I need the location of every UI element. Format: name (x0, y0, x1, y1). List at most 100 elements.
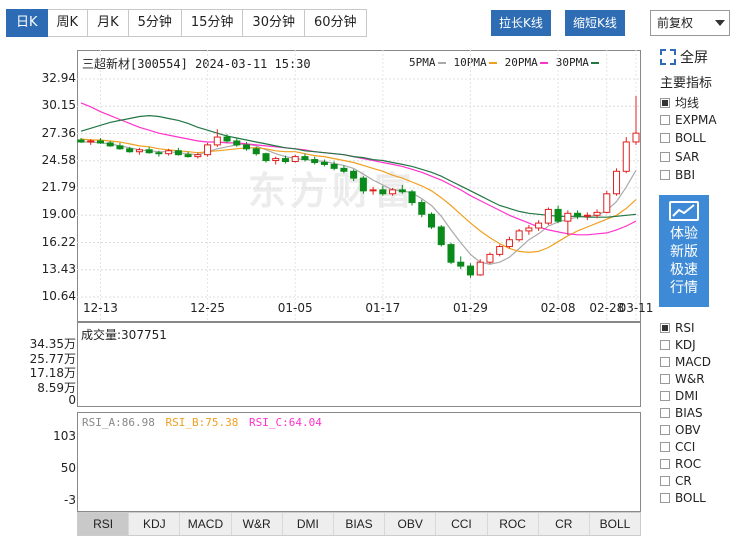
tab-60min[interactable]: 60分钟 (304, 9, 367, 37)
btab-rsi[interactable]: RSI (78, 513, 130, 535)
sub-indicator-label: ROC (675, 457, 702, 471)
promo-line-2: 新版 (670, 244, 698, 260)
price-y-tick: 30.15 (41, 98, 76, 113)
promo-line-3: 极速 (670, 262, 698, 278)
sub-indicator-dmi[interactable]: DMI (660, 389, 698, 403)
sub-indicator-cci[interactable]: CCI (660, 440, 695, 454)
checkbox[interactable] (660, 408, 670, 418)
price-y-tick: 21.79 (41, 180, 76, 194)
sub-indicator-label: DMI (675, 389, 699, 403)
price-x-tick: 12-13 (83, 301, 118, 315)
promo-line-4: 行情 (670, 280, 698, 296)
rsi-y-tick: -3 (64, 493, 76, 507)
chart-icon (669, 201, 699, 221)
fullscreen-button[interactable]: 全屏 (660, 47, 708, 67)
main-indicator-label: 均线 (675, 96, 700, 110)
volume-title: 成交量:307751 (81, 328, 167, 342)
btab-bias[interactable]: BIAS (334, 513, 386, 535)
ma20-legend: 20PMA (504, 56, 538, 69)
ma20-legend-line (539, 62, 548, 64)
btab-macd[interactable]: MACD (180, 513, 232, 535)
price-y-tick: 16.22 (41, 234, 76, 249)
sub-indicator-label: KDJ (675, 338, 696, 352)
sub-indicator-wr[interactable]: W&R (660, 372, 705, 386)
checkbox[interactable] (660, 323, 670, 333)
period-tabs: 日K 周K 月K 5分钟 15分钟 30分钟 60分钟 (6, 9, 367, 37)
main-indicator-[interactable]: 均线 (660, 94, 699, 111)
btab-boll[interactable]: BOLL (590, 513, 640, 535)
tab-15min[interactable]: 15分钟 (181, 9, 244, 37)
btab-obv[interactable]: OBV (385, 513, 437, 535)
sub-indicator-roc[interactable]: ROC (660, 457, 701, 471)
main-indicator-sar[interactable]: SAR (660, 150, 699, 164)
sub-indicator-obv[interactable]: OBV (660, 423, 701, 437)
sub-indicator-label: BOLL (675, 491, 706, 505)
checkbox[interactable] (660, 476, 670, 486)
rsi-y-tick: 50 (60, 461, 76, 475)
main-indicator-label: SAR (675, 149, 700, 164)
checkbox[interactable] (660, 374, 670, 384)
sub-indicator-macd[interactable]: MACD (660, 355, 711, 369)
tab-daily-k[interactable]: 日K (6, 9, 48, 37)
btab-cci[interactable]: CCI (436, 513, 488, 535)
btab-roc[interactable]: ROC (488, 513, 539, 535)
btab-cr[interactable]: CR (539, 513, 590, 535)
ma10-legend-line (488, 62, 497, 64)
stretch-k-button[interactable]: 拉长K线 (491, 10, 551, 36)
adjust-select[interactable]: 前复权 (650, 10, 730, 36)
btab-dmi[interactable]: DMI (283, 513, 334, 535)
sub-indicator-boll[interactable]: BOLL (660, 491, 706, 505)
checkbox[interactable] (660, 151, 670, 162)
tab-5min[interactable]: 5分钟 (128, 9, 182, 37)
main-indicator-boll[interactable]: BOLL (660, 131, 706, 145)
rsi-b-legend: RSI_B:75.38 (165, 416, 239, 429)
sub-indicator-label: MACD (675, 355, 711, 369)
checkbox[interactable] (660, 97, 670, 108)
checkbox[interactable] (660, 114, 670, 125)
main-indicator-expma[interactable]: EXPMA (660, 113, 717, 127)
sub-indicator-label: W&R (675, 372, 705, 386)
shrink-k-button[interactable]: 缩短K线 (565, 10, 625, 36)
ma30-legend: 30PMA (555, 56, 589, 69)
sub-indicator-label: CCI (675, 440, 696, 454)
tab-weekly-k[interactable]: 周K (47, 9, 89, 37)
main-indicator-bbi[interactable]: BBI (660, 168, 695, 182)
price-y-tick: 13.43 (41, 261, 76, 276)
checkbox[interactable] (660, 391, 670, 401)
price-x-tick: 12-25 (190, 301, 226, 315)
btab-wr[interactable]: W&R (232, 513, 283, 535)
sub-indicator-kdj[interactable]: KDJ (660, 338, 696, 352)
checkbox[interactable] (660, 493, 670, 503)
btab-kdj[interactable]: KDJ (129, 513, 181, 535)
price-x-tick: 03-11 (618, 301, 654, 315)
price-y-tick: 10.64 (41, 289, 76, 303)
main-indicator-label: EXPMA (675, 112, 717, 127)
fullscreen-icon (660, 49, 676, 65)
price-y-tick: 19.00 (41, 207, 76, 222)
checkbox[interactable] (660, 133, 670, 143)
price-y-tick: 24.58 (41, 152, 76, 167)
checkbox[interactable] (660, 170, 670, 180)
checkbox[interactable] (660, 340, 670, 350)
sub-indicator-label: CR (675, 474, 692, 488)
ma30-legend-line (590, 62, 599, 64)
rsi-legend: RSI_A:86.98 RSI_B:75.38 RSI_C:64.04 (82, 416, 322, 429)
sub-indicator-cr[interactable]: CR (660, 474, 692, 488)
tab-30min[interactable]: 30分钟 (243, 9, 305, 37)
checkbox[interactable] (660, 425, 670, 435)
price-x-tick: 01-05 (277, 301, 313, 315)
volume-y-tick: 0 (68, 393, 76, 407)
ma5-legend-line (437, 62, 446, 64)
sub-indicator-label: BIAS (675, 406, 703, 420)
checkbox[interactable] (660, 442, 670, 452)
checkbox[interactable] (660, 357, 670, 367)
checkbox[interactable] (660, 459, 670, 469)
tab-monthly-k[interactable]: 月K (88, 9, 129, 37)
ma10-legend: 10PMA (453, 56, 487, 69)
sub-indicator-bias[interactable]: BIAS (660, 406, 703, 420)
fullscreen-label: 全屏 (680, 50, 708, 66)
rsi-c-legend: RSI_C:64.04 (248, 416, 322, 429)
sub-indicator-rsi[interactable]: RSI (660, 321, 695, 335)
adjust-select-value: 前复权 (657, 16, 694, 30)
new-quote-promo[interactable]: 体验 新版 极速 行情 (659, 195, 709, 307)
